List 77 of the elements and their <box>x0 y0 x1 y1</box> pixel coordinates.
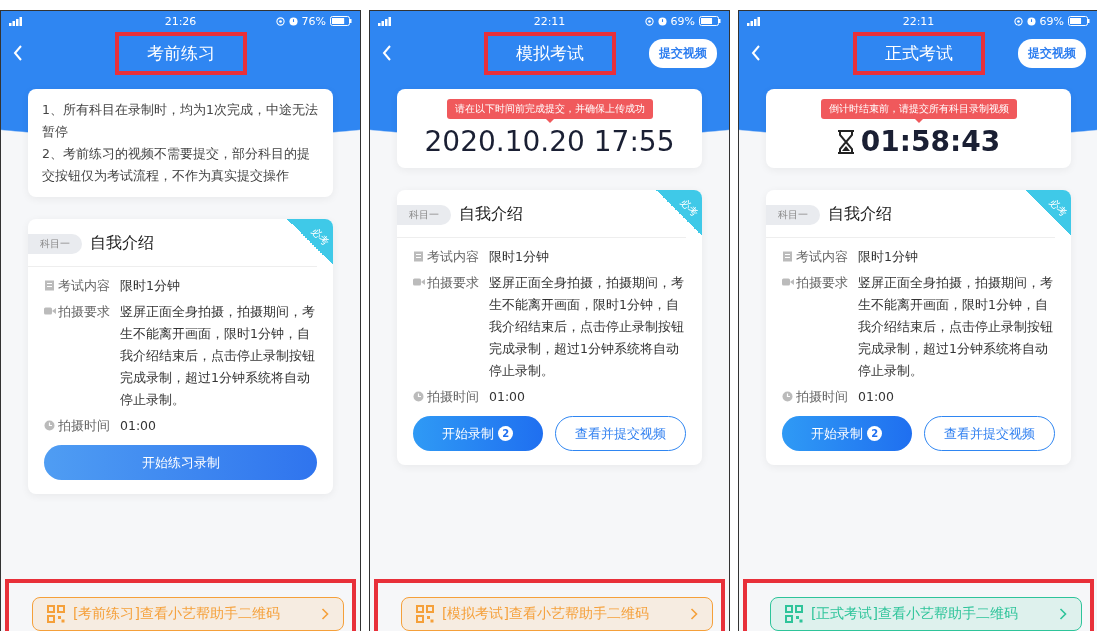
row-value: 竖屏正面全身拍摄，拍摄期间，考生不能离开画面，限时1分钟，自我介绍结束后，点击停止录制按钮完成录制，超过1分钟系统将自动停止录制。 <box>489 274 685 380</box>
start-practice-button[interactable]: 开始练习录制 <box>44 445 317 480</box>
signal-icon <box>9 16 23 26</box>
page-title: 正式考试 <box>852 31 985 75</box>
chevron-right-icon <box>1059 608 1067 620</box>
row-value: 竖屏正面全身拍摄，拍摄期间，考生不能离开画面，限时1分钟，自我介绍结束后，点击停止录制按钮完成录制，超过1分钟系统将自动停止录制。 <box>858 274 1054 380</box>
view-submit-button[interactable]: 查看并提交视频 <box>923 416 1055 451</box>
row-value: 竖屏正面全身拍摄，拍摄期间，考生不能离开画面，限时1分钟，自我介绍结束后，点击停止录制按钮完成录制，超过1分钟系统将自动停止录制。 <box>120 303 316 409</box>
row-value: 01:00 <box>858 388 896 406</box>
row-label: 拍摄时间 <box>427 388 480 406</box>
back-icon[interactable] <box>751 45 761 61</box>
ribbon-text: 必考 <box>677 196 701 220</box>
battery-icon <box>330 16 352 26</box>
submit-video-button[interactable]: 提交视频 <box>649 38 717 68</box>
back-icon[interactable] <box>13 45 23 61</box>
alarm-icon <box>288 16 298 26</box>
signal-icon <box>378 16 392 26</box>
clock-icon <box>782 391 793 402</box>
row-label: 考试内容 <box>58 277 111 295</box>
ribbon-text: 必考 <box>308 225 332 249</box>
battery-icon <box>1068 16 1090 26</box>
document-icon <box>413 251 424 262</box>
signal-icon <box>747 16 761 26</box>
countdown-timer: 01:58:43 <box>860 125 1001 158</box>
video-camera-icon <box>44 306 56 316</box>
row-value: 限时1分钟 <box>858 248 919 266</box>
clock-icon <box>413 391 424 402</box>
count-badge: 2 <box>498 426 514 441</box>
rotation-lock-icon <box>275 16 285 26</box>
deadline-time: 2020.10.20 17:55 <box>424 125 675 158</box>
clock-icon <box>44 420 55 431</box>
row-value: 限时1分钟 <box>489 248 550 266</box>
qr-code-icon <box>785 605 803 623</box>
battery-level: 69% <box>670 14 695 28</box>
count-badge: 2 <box>867 426 883 441</box>
battery-icon <box>699 16 721 26</box>
ribbon-text: 必考 <box>1046 196 1070 220</box>
start-recording-button[interactable]: 开始录制 2 <box>782 416 912 451</box>
hourglass-icon <box>836 129 855 154</box>
page-title: 模拟考试 <box>483 31 616 75</box>
notice-text: 1、所有科目在录制时，均为1次完成，中途无法暂停 <box>42 101 319 141</box>
row-value: 限时1分钟 <box>120 277 181 295</box>
row-label: 拍摄时间 <box>796 388 849 406</box>
subject-name: 自我介绍 <box>90 233 154 254</box>
row-label: 拍摄时间 <box>58 417 111 435</box>
chevron-right-icon <box>690 608 698 620</box>
row-label: 考试内容 <box>427 248 480 266</box>
subject-name: 自我介绍 <box>828 204 892 225</box>
document-icon <box>44 280 55 291</box>
video-camera-icon <box>782 277 794 287</box>
alarm-icon <box>657 16 667 26</box>
page-title: 考前练习 <box>114 31 247 75</box>
back-icon[interactable] <box>382 45 392 61</box>
rotation-lock-icon <box>644 16 654 26</box>
row-label: 考试内容 <box>796 248 849 266</box>
battery-level: 69% <box>1039 14 1064 28</box>
row-label: 拍摄要求 <box>796 274 849 292</box>
notice-text: 2、考前练习的视频不需要提交，部分科目的提交按钮仅为考试流程，不作为真实提交操作 <box>42 145 311 185</box>
status-time: 22:11 <box>902 14 935 28</box>
submit-video-button[interactable]: 提交视频 <box>1018 38 1086 68</box>
row-value: 01:00 <box>489 388 527 406</box>
video-camera-icon <box>413 277 425 287</box>
document-icon <box>782 251 793 262</box>
row-label: 拍摄要求 <box>427 274 480 292</box>
row-label: 拍摄要求 <box>58 303 111 321</box>
rotation-lock-icon <box>1013 16 1023 26</box>
qr-code-icon <box>416 605 434 623</box>
view-submit-button[interactable]: 查看并提交视频 <box>554 416 686 451</box>
alarm-icon <box>1026 16 1036 26</box>
chevron-right-icon <box>321 608 329 620</box>
qr-code-icon <box>47 605 65 623</box>
row-value: 01:00 <box>120 417 158 435</box>
status-time: 21:26 <box>164 14 197 28</box>
start-recording-button[interactable]: 开始录制 2 <box>413 416 543 451</box>
status-time: 22:11 <box>533 14 566 28</box>
subject-name: 自我介绍 <box>459 204 523 225</box>
battery-level: 76% <box>301 14 326 28</box>
